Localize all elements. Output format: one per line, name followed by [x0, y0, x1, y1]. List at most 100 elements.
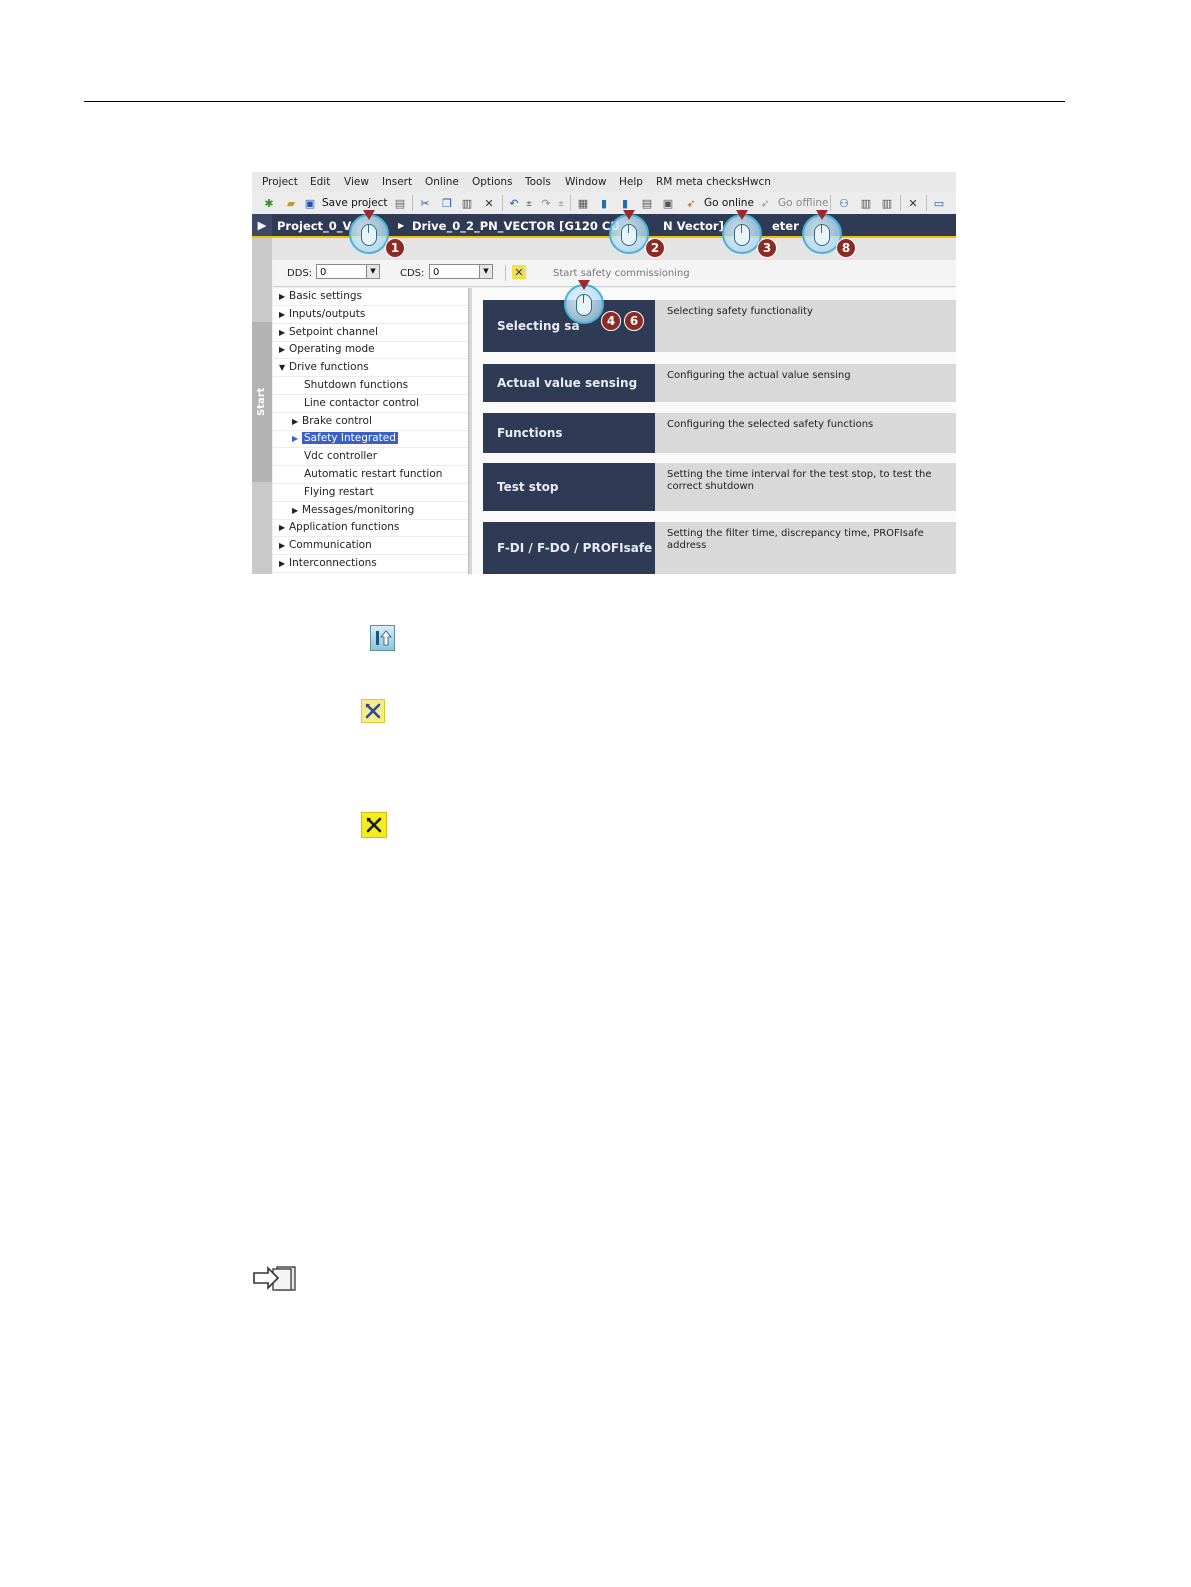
tree-item-label: Application functions [289, 521, 400, 534]
tree-item[interactable]: Vdc controller [273, 448, 499, 467]
start-cpu-icon[interactable]: ▥ [859, 196, 873, 210]
copy-icon[interactable]: ❐ [440, 196, 454, 210]
start-tab[interactable]: Start [252, 322, 272, 482]
cds-select[interactable]: 0 ▼ [429, 264, 493, 279]
menu-view[interactable]: View [344, 176, 369, 188]
dds-label: DDS: [287, 268, 313, 279]
download-icon[interactable]: ▮ [597, 196, 611, 210]
breadcrumb-drive[interactable]: Drive_0_2_PN_VECTOR [G120 CU [412, 219, 620, 233]
function-tree: ▶ Basic settings ▶ Inputs/outputs ▶ Setpoint … [273, 288, 499, 574]
menu-hwcn[interactable]: Hwcn [742, 176, 771, 188]
tree-item[interactable]: ▶ Messages/monitoring [273, 502, 487, 520]
collapsed-arrow-icon[interactable]: ▶ [279, 555, 289, 572]
menu-insert[interactable]: Insert [382, 176, 412, 188]
safety-start-icon [361, 699, 385, 723]
tree-item[interactable]: ▶ Communication [273, 537, 474, 556]
menu-options[interactable]: Options [472, 176, 513, 188]
tree-item[interactable]: Automatic restart function [273, 466, 499, 484]
undo-dropdown-icon[interactable]: ± [522, 196, 536, 210]
start-safety-commissioning-button[interactable]: Start safety commissioning [553, 268, 690, 279]
new-project-icon[interactable]: ✱ [262, 196, 276, 210]
upload-icon [370, 625, 395, 651]
collapsed-arrow-icon[interactable]: ▶ [279, 288, 289, 305]
tree-item-label: Vdc controller [304, 450, 378, 463]
menu-rm-meta-checks[interactable]: RM meta checks [656, 176, 742, 188]
tree-item[interactable]: Flying restart [273, 484, 499, 502]
toolbar-separator [570, 195, 571, 211]
tree-item-label: Basic settings [289, 290, 363, 302]
collapsed-arrow-icon[interactable]: ▶ [279, 324, 289, 341]
menu-window[interactable]: Window [565, 176, 606, 188]
toolbar-separator [830, 195, 831, 211]
safety-commissioning-icon[interactable]: ✕ [512, 265, 526, 279]
compile-icon[interactable]: ▦ [576, 196, 590, 210]
tree-item[interactable]: ▶ Brake control [273, 413, 487, 431]
menu-project[interactable]: Project [262, 176, 298, 188]
step-badge: 4 [601, 311, 621, 331]
tree-item-label: Shutdown functions [304, 379, 409, 391]
card-title-fdi-fdo-profisafe[interactable]: F-DI / F-DO / PROFIsafe [483, 522, 655, 574]
menu-tools[interactable]: Tools [525, 176, 551, 188]
upload-toolbar-icon[interactable]: ▮ [618, 196, 632, 210]
tree-item[interactable]: ▶ Interconnections [273, 555, 474, 573]
go-offline-icon[interactable]: ➶ [758, 196, 772, 210]
step-badge: 2 [645, 238, 665, 258]
collapsed-arrow-icon[interactable]: ▶ [279, 537, 289, 554]
accessible-devices-icon[interactable]: ⚇ [837, 196, 851, 210]
go-online-button[interactable]: Go online [704, 197, 754, 209]
collapsed-arrow-icon[interactable]: ▶ [292, 413, 302, 430]
collapsed-arrow-icon[interactable]: ▶ [279, 341, 289, 358]
tree-item[interactable]: ▶ Basic settings [273, 288, 474, 306]
cross-reference-toolbar-icon[interactable]: ✕ [906, 196, 920, 210]
simulation-icon[interactable]: ▤ [640, 196, 654, 210]
stop-simulation-icon[interactable]: ▣ [661, 196, 675, 210]
card-title-test-stop[interactable]: Test stop [483, 463, 655, 511]
cut-icon[interactable]: ✂ [418, 196, 432, 210]
save-icon[interactable]: ▣ [303, 196, 317, 210]
redo-dropdown-icon[interactable]: ± [554, 196, 568, 210]
delete-icon[interactable]: ✕ [482, 196, 496, 210]
card-desc-functions: Configuring the selected safety function… [655, 413, 956, 453]
undo-icon[interactable]: ↶ [507, 196, 521, 210]
expanded-arrow-icon[interactable]: ▼ [279, 359, 289, 376]
dds-select[interactable]: 0 ▼ [316, 264, 380, 279]
paste-icon[interactable]: ▥ [460, 196, 474, 210]
tree-item[interactable]: ▶ Setpoint channel [273, 324, 474, 342]
step-badge: 6 [624, 311, 644, 331]
save-project-button[interactable]: Save project [322, 197, 388, 209]
expand-project-tree-icon[interactable]: ▶ [252, 214, 272, 236]
menu-online[interactable]: Online [425, 176, 459, 188]
stop-cpu-icon[interactable]: ▥ [880, 196, 894, 210]
redo-icon[interactable]: ↷ [539, 196, 553, 210]
collapsed-arrow-icon[interactable]: ▶ [279, 306, 289, 323]
print-icon[interactable]: ▤ [393, 196, 407, 210]
go-online-icon[interactable]: ➶ [684, 196, 698, 210]
collapsed-arrow-icon[interactable]: ▶ [292, 430, 302, 447]
menu-edit[interactable]: Edit [310, 176, 330, 188]
card-title-functions[interactable]: Functions [483, 413, 655, 453]
collapsed-arrow-icon[interactable]: ▶ [292, 502, 302, 519]
safety-overview-panel: Selecting sa Selecting safety functional… [472, 288, 956, 574]
collapsed-arrow-icon[interactable]: ▶ [279, 519, 289, 536]
startdrive-screenshot: Project Edit View Insert Online Options … [252, 172, 956, 574]
tree-item[interactable]: Shutdown functions [273, 377, 499, 395]
go-offline-button[interactable]: Go offline [778, 197, 829, 209]
card-title-actual-value-sensing[interactable]: Actual value sensing [483, 364, 655, 402]
left-task-strip: Start [252, 238, 272, 574]
split-editor-icon[interactable]: ▭ [932, 196, 946, 210]
menu-help[interactable]: Help [619, 176, 643, 188]
breadcrumb-drive-suffix: N Vector] [663, 219, 724, 233]
tree-item[interactable]: ▶ Inputs/outputs [273, 306, 474, 324]
tree-item[interactable]: ▶ Application functions [273, 519, 474, 538]
tree-item-label: Safety Integrated [302, 432, 398, 445]
card-desc-actual-value-sensing: Configuring the actual value sensing [655, 364, 956, 402]
breadcrumb-project[interactable]: Project_0_V [277, 219, 351, 233]
tree-item-label: Inputs/outputs [289, 307, 366, 320]
header-rule [84, 101, 1065, 102]
tree-item[interactable]: ▼ Drive functions [273, 359, 474, 378]
tree-item[interactable]: ▶ Operating mode [273, 341, 474, 360]
tree-item[interactable]: ▶ Safety Integrated [273, 430, 487, 449]
open-project-icon[interactable]: ▰ [284, 196, 298, 210]
tree-item[interactable]: Line contactor control [273, 395, 499, 413]
breadcrumb-section[interactable]: eter [772, 219, 799, 233]
